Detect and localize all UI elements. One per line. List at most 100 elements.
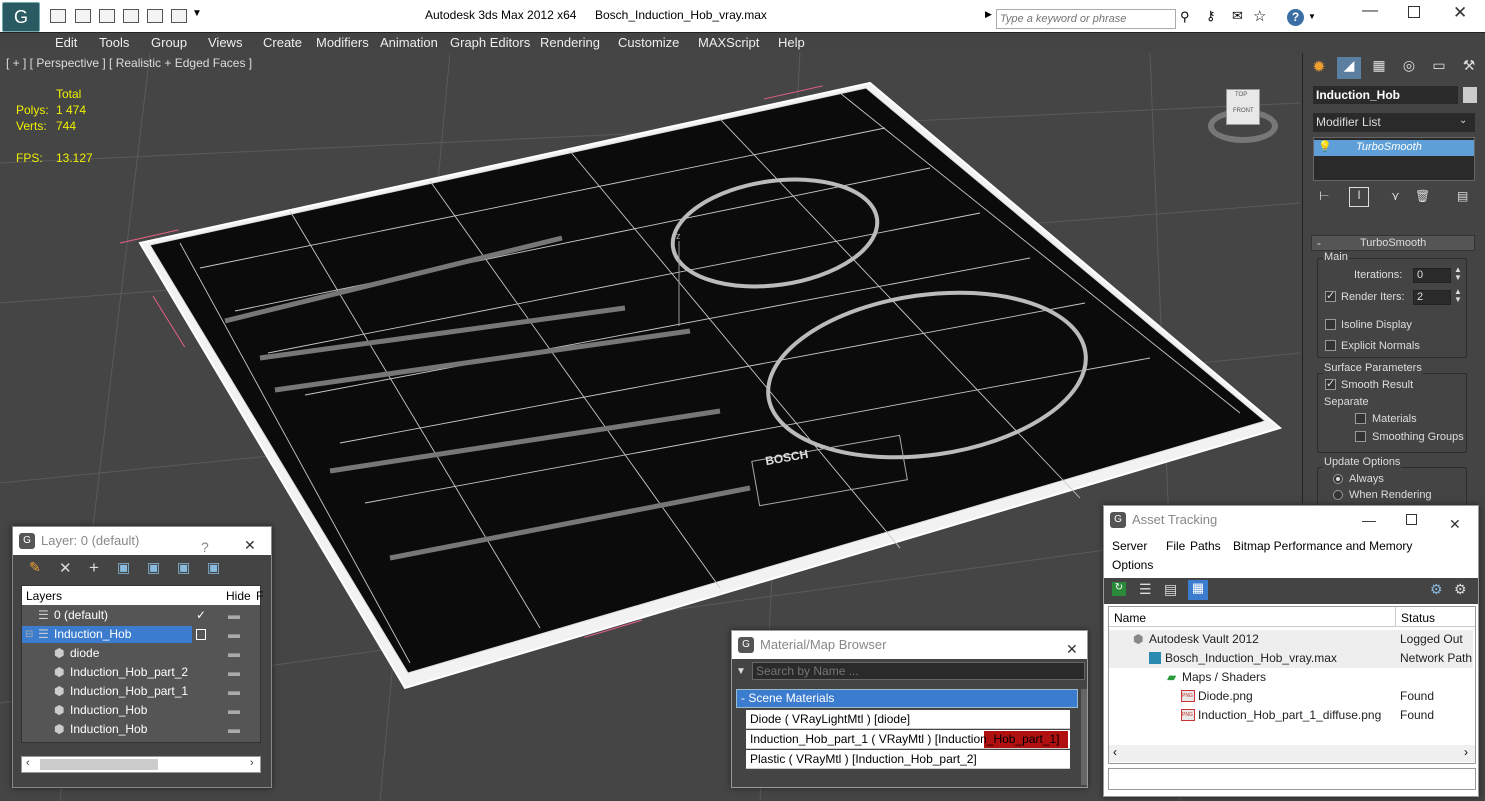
- collapse-toggle[interactable]: -: [1317, 236, 1321, 250]
- make-unique-icon[interactable]: ⋎: [1391, 189, 1400, 203]
- menu-options[interactable]: Options: [1112, 558, 1153, 572]
- hierarchy-tab-icon[interactable]: ▦: [1367, 57, 1391, 79]
- current-layer-toggle[interactable]: [196, 629, 206, 640]
- help-dropdown-icon[interactable]: ▼: [1308, 12, 1316, 21]
- object-name[interactable]: diode: [70, 644, 99, 663]
- add-to-layer-icon[interactable]: +: [89, 558, 99, 578]
- create-layer-icon[interactable]: ✎: [29, 559, 41, 576]
- viewport-label[interactable]: [ + ] [ Perspective ] [ Realistic + Edge…: [6, 56, 252, 70]
- maximize-button[interactable]: [1406, 514, 1417, 525]
- modify-tab-icon[interactable]: ◢: [1337, 57, 1361, 79]
- open-file-icon[interactable]: [50, 9, 66, 23]
- app-logo-icon[interactable]: G: [2, 2, 40, 32]
- asset-name[interactable]: Diode.png: [1198, 687, 1253, 706]
- rollout-header[interactable]: - TurboSmooth: [1311, 235, 1475, 251]
- scroll-left-icon[interactable]: ‹: [1113, 745, 1117, 759]
- thumbnail-view-icon[interactable]: ▤: [1164, 581, 1177, 598]
- isoline-display-checkbox[interactable]: [1325, 319, 1336, 330]
- list-view-icon[interactable]: ☰: [1139, 581, 1152, 598]
- render-iters-checkbox[interactable]: [1325, 289, 1336, 302]
- asset-row[interactable]: Bosch_Induction_Hob_vray.max Network Pat…: [1109, 649, 1473, 668]
- modifier-stack[interactable]: 💡 TurboSmooth: [1313, 137, 1475, 181]
- material-item[interactable]: Diode ( VRayLightMtl ) [diode]: [746, 710, 1070, 729]
- menu-group[interactable]: Group: [151, 35, 187, 50]
- remove-modifier-icon[interactable]: 🗑: [1415, 189, 1430, 203]
- modifier-list-dropdown[interactable]: Modifier List: [1313, 113, 1475, 132]
- scroll-right-icon[interactable]: ›: [250, 757, 254, 769]
- hide-toggle[interactable]: ▬: [228, 625, 240, 644]
- refresh-icon[interactable]: ↻: [1112, 582, 1126, 596]
- menu-rendering[interactable]: Rendering: [540, 35, 600, 50]
- configure-sets-icon[interactable]: ▤: [1457, 189, 1468, 203]
- asset-row[interactable]: PNG Diode.png Found: [1109, 687, 1473, 706]
- help-icon[interactable]: ?: [1287, 9, 1304, 26]
- help-button[interactable]: ?: [201, 533, 209, 561]
- search-input[interactable]: [996, 9, 1176, 29]
- viewcube[interactable]: TOP FRONT: [1208, 87, 1280, 143]
- material-item[interactable]: Induction_Hob_part_1 ( VRayMtl ) [Induct…: [746, 730, 1070, 749]
- col-f[interactable]: F: [256, 589, 263, 603]
- motion-tab-icon[interactable]: ◎: [1397, 57, 1421, 79]
- object-name[interactable]: Induction_Hob_part_1: [70, 682, 188, 701]
- minimize-button[interactable]: —: [1362, 2, 1378, 20]
- asset-row[interactable]: PNG Induction_Hob_part_1_diffuse.png Fou…: [1109, 706, 1473, 725]
- asset-row[interactable]: ⬢ Autodesk Vault 2012 Logged Out ...: [1109, 630, 1473, 665]
- scroll-right-icon[interactable]: ›: [1464, 745, 1468, 759]
- hold-icon[interactable]: [147, 9, 163, 23]
- maximize-button[interactable]: [1408, 6, 1420, 18]
- material-browser-titlebar[interactable]: G Material/Map Browser ✕: [732, 631, 1087, 659]
- minimize-button[interactable]: —: [1362, 506, 1376, 534]
- hide-toggle[interactable]: ▬: [228, 720, 240, 739]
- col-layers[interactable]: Layers: [26, 589, 62, 603]
- menu-paths[interactable]: Paths: [1190, 539, 1221, 553]
- vault-help-icon[interactable]: ⚙: [1430, 581, 1443, 598]
- favorites-star-icon[interactable]: ☆: [1253, 7, 1266, 25]
- menu-tools[interactable]: Tools: [99, 35, 129, 50]
- layer-window-titlebar[interactable]: G Layer: 0 (default) ? ✕: [13, 527, 271, 555]
- layer-row[interactable]: ⬢ Induction_Hob_part_1 ▬: [22, 682, 258, 701]
- asset-tracking-titlebar[interactable]: G Asset Tracking — ✕: [1104, 506, 1478, 534]
- object-name-field[interactable]: Induction_Hob: [1313, 86, 1458, 104]
- explicit-normals-checkbox[interactable]: [1325, 340, 1336, 351]
- spinner-arrows-icon[interactable]: ▲ ▼: [1454, 288, 1462, 304]
- highlight-layer-icon[interactable]: ▣: [147, 559, 160, 576]
- hide-toggle[interactable]: ▬: [228, 644, 240, 663]
- hide-all-icon[interactable]: ▣: [177, 559, 190, 576]
- display-tab-icon[interactable]: ▭: [1427, 57, 1451, 79]
- layer-name[interactable]: 0 (default): [54, 606, 108, 625]
- asset-name[interactable]: Bosch_Induction_Hob_vray.max: [1165, 649, 1337, 668]
- layer-row[interactable]: ⬢ Induction_Hob_part_2 ▬: [22, 663, 258, 682]
- close-button[interactable]: ✕: [1066, 635, 1078, 663]
- update-when-rendering-radio[interactable]: [1333, 490, 1343, 500]
- chevron-down-icon[interactable]: ▼: [192, 8, 202, 19]
- menu-help[interactable]: Help: [778, 35, 805, 50]
- asset-name[interactable]: Maps / Shaders: [1182, 668, 1266, 687]
- col-name[interactable]: Name: [1114, 611, 1146, 625]
- show-end-result-icon[interactable]: I: [1349, 187, 1369, 207]
- communication-icon[interactable]: ✉: [1232, 8, 1243, 24]
- layer-scrollbar[interactable]: ‹ ›: [21, 756, 261, 773]
- layer-name[interactable]: Induction_Hob: [54, 625, 131, 644]
- hide-toggle[interactable]: ▬: [228, 682, 240, 701]
- redo-icon[interactable]: [123, 9, 139, 23]
- menu-animation[interactable]: Animation: [380, 35, 438, 50]
- asset-scrollbar[interactable]: ‹ ›: [1109, 745, 1475, 762]
- collapse-icon[interactable]: ⊟: [25, 625, 33, 644]
- close-button[interactable]: ✕: [1453, 3, 1467, 23]
- options-icon[interactable]: ⚙: [1454, 581, 1467, 598]
- object-name[interactable]: Induction_Hob_part_2: [70, 663, 188, 682]
- render-iters-spinner[interactable]: 2: [1413, 290, 1451, 305]
- object-color-swatch[interactable]: [1463, 87, 1477, 103]
- material-search-input[interactable]: [752, 662, 1085, 680]
- material-item[interactable]: Plastic ( VRayMtl ) [Induction_Hob_part_…: [746, 750, 1070, 769]
- key-icon[interactable]: ⚷: [1206, 8, 1216, 24]
- delete-layer-icon[interactable]: ✕: [59, 559, 72, 577]
- col-hide[interactable]: Hide: [226, 589, 251, 603]
- layer-row[interactable]: ⬢ Induction_Hob ▬: [22, 701, 258, 720]
- scroll-thumb[interactable]: [40, 759, 158, 770]
- undo-icon[interactable]: [99, 9, 115, 23]
- menu-graph-editors[interactable]: Graph Editors: [450, 35, 530, 50]
- expand-search-icon[interactable]: ▶: [985, 9, 992, 20]
- menu-create[interactable]: Create: [263, 35, 302, 50]
- save-file-icon[interactable]: [75, 9, 91, 23]
